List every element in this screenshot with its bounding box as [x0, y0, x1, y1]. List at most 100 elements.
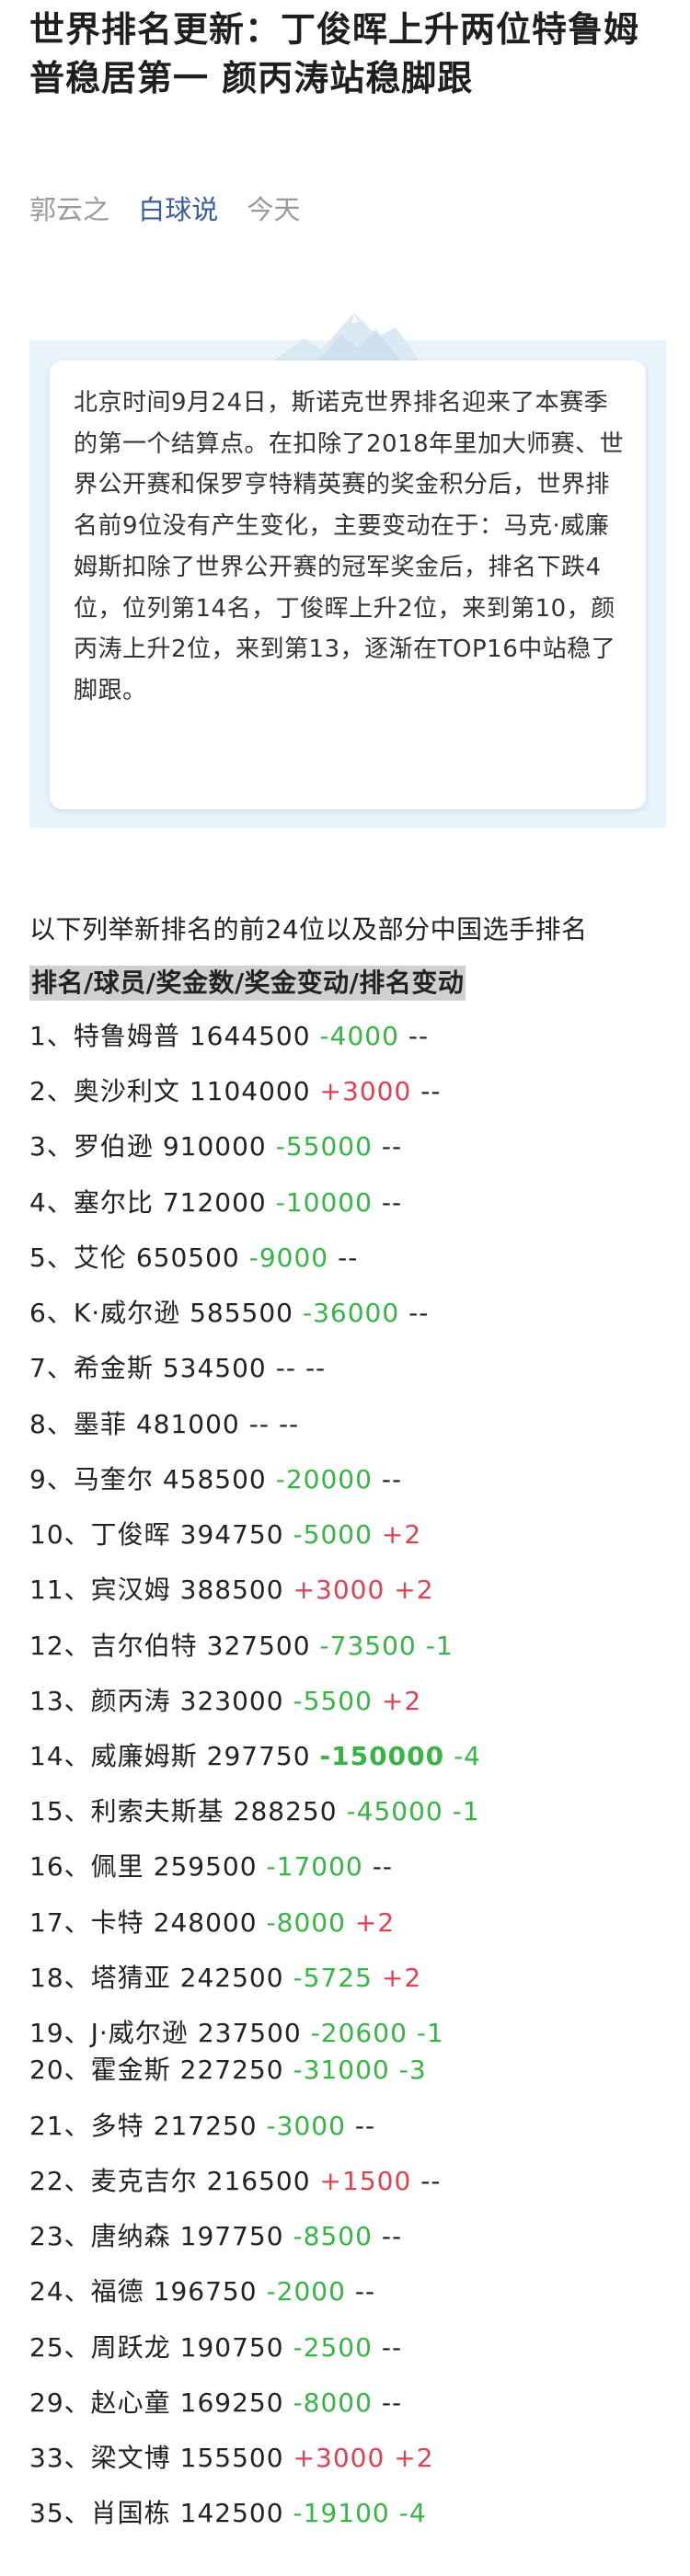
player-name: 希金斯 [73, 1353, 154, 1383]
prize-amount: 327500 [206, 1631, 311, 1661]
ranking-row: 14、威廉姆斯 297750 -150000 -4 [29, 1739, 490, 1774]
prize-change: -8000 [266, 1907, 346, 1938]
prize-amount: 197750 [179, 2221, 284, 2251]
rank-number: 24、 [29, 2276, 91, 2307]
rank-number: 22、 [29, 2166, 91, 2196]
prize-change: -55000 [275, 1131, 373, 1162]
player-name: 肖国栋 [90, 2498, 171, 2528]
rank-number: 4、 [29, 1187, 74, 1218]
ranking-row: 17、卡特 248000 -8000 +2 [29, 1906, 404, 1941]
prize-change: -10000 [275, 1187, 373, 1218]
prize-amount: 288250 [233, 1796, 338, 1826]
ranking-intro: 以下列举新排名的前24位以及部分中国选手排名 [29, 914, 588, 945]
player-name: 威廉姆斯 [90, 1741, 198, 1771]
player-name: 吉尔伯特 [90, 1631, 198, 1661]
rank-number: 35、 [29, 2498, 91, 2528]
rank-number: 16、 [29, 1851, 91, 1882]
rank-number: 13、 [29, 1686, 91, 1716]
rank-number: 5、 [29, 1242, 74, 1273]
player-name: 艾伦 [73, 1242, 127, 1273]
prize-amount: 237500 [197, 2018, 302, 2048]
rank-change: -- [381, 1187, 403, 1218]
rank-number: 2、 [29, 1076, 74, 1106]
ranking-row: 6、K·威尔逊 585500 -36000 -- [29, 1296, 438, 1331]
prize-amount: 388500 [179, 1574, 284, 1605]
player-name: 卡特 [90, 1907, 144, 1938]
prize-amount: 259500 [153, 1851, 258, 1882]
player-name: 唐纳森 [90, 2221, 171, 2251]
channel-link[interactable]: 白球说 [138, 194, 218, 225]
prize-change: +3000 [319, 1076, 412, 1106]
player-name: 梁文博 [90, 2443, 171, 2473]
rank-change: +2 [381, 1963, 422, 1993]
prize-amount: 910000 [162, 1131, 267, 1162]
prize-change: -9000 [248, 1242, 329, 1273]
rank-number: 11、 [29, 1574, 91, 1605]
player-name: J·威尔逊 [90, 2018, 189, 2048]
player-name: 宾汉姆 [90, 1574, 171, 1605]
rank-change: -- [372, 1851, 393, 1882]
player-name: 颜丙涛 [90, 1686, 171, 1716]
player-name: 周跃龙 [90, 2332, 171, 2363]
ranking-row: 20、霍金斯 227250 -31000 -3 [29, 2053, 436, 2088]
prize-change: -8500 [293, 2221, 373, 2251]
ranking-row: 9、马奎尔 458500 -20000 -- [29, 1462, 411, 1497]
player-name: 丁俊晖 [90, 1519, 171, 1550]
author-name[interactable]: 郭云之 [29, 194, 109, 225]
prize-amount: 458500 [162, 1464, 267, 1494]
prize-change: -20600 [310, 2018, 408, 2048]
rank-number: 3、 [29, 1131, 74, 1162]
rank-change: -- [420, 2166, 442, 2196]
prize-change: -8000 [293, 2387, 373, 2418]
prize-amount: 217250 [153, 2111, 258, 2141]
rank-change: -4 [454, 1741, 481, 1771]
prize-change: -73500 [319, 1631, 417, 1661]
rank-change: -- [381, 1464, 403, 1494]
prize-change: -5725 [293, 1963, 373, 1993]
prize-amount: 196750 [153, 2276, 258, 2307]
prize-amount: 481000 [135, 1409, 240, 1439]
ranking-row: 8、墨菲 481000 -- -- [29, 1407, 308, 1442]
ranking-row: 25、周跃龙 190750 -2500 -- [29, 2330, 411, 2365]
player-name: 佩里 [90, 1851, 144, 1882]
prize-amount: 297750 [206, 1741, 311, 1771]
player-name: 利索夫斯基 [90, 1796, 224, 1826]
rank-change: +2 [381, 1686, 422, 1716]
ranking-row: 33、梁文博 155500 +3000 +2 [29, 2441, 443, 2476]
rank-number: 12、 [29, 1631, 91, 1661]
player-name: 罗伯逊 [73, 1131, 154, 1162]
prize-change: -4000 [319, 1021, 399, 1051]
prize-amount: 323000 [179, 1686, 284, 1716]
prize-change: -31000 [293, 2055, 390, 2085]
ranking-row: 18、塔猜亚 242500 -5725 +2 [29, 1961, 431, 1996]
rank-number: 1、 [29, 1021, 74, 1051]
rank-number: 25、 [29, 2332, 91, 2363]
prize-change: -45000 [346, 1796, 443, 1826]
ranking-row: 5、艾伦 650500 -9000 -- [29, 1241, 367, 1276]
prize-change: +1500 [319, 2166, 412, 2196]
rank-change: +2 [354, 1907, 396, 1938]
prize-amount: 650500 [135, 1242, 240, 1273]
prize-amount: 1104000 [189, 1076, 311, 1106]
rank-change: -- [381, 2332, 403, 2363]
article-title: 世界排名更新：丁俊晖上升两位特鲁姆普稳居第一 颜丙涛站稳脚跟 [29, 9, 640, 98]
player-name: 特鲁姆普 [73, 1021, 180, 1051]
prize-amount: 712000 [162, 1187, 267, 1218]
prize-amount: 394750 [179, 1519, 284, 1550]
rank-change: -- [305, 1353, 327, 1383]
prize-change: -19100 [293, 2498, 390, 2528]
rank-change: -- [381, 2387, 403, 2418]
ranking-row: 10、丁俊晖 394750 -5000 +2 [29, 1517, 431, 1552]
ranking-row: 11、宾汉姆 388500 +3000 +2 [29, 1573, 443, 1608]
player-name: K·威尔逊 [73, 1298, 181, 1328]
prize-amount: 242500 [179, 1963, 284, 1993]
prize-amount: 142500 [179, 2498, 284, 2528]
ranking-row: 22、麦克吉尔 216500 +1500 -- [29, 2164, 450, 2199]
ranking-row: 24、福德 196750 -2000 -- [29, 2274, 385, 2309]
prize-amount: 1644500 [189, 1021, 311, 1051]
rank-number: 29、 [29, 2387, 91, 2418]
ranking-row: 29、赵心童 169250 -8000 -- [29, 2386, 411, 2421]
ranking-row: 16、佩里 259500 -17000 -- [29, 1849, 402, 1884]
player-name: 麦克吉尔 [90, 2166, 198, 2196]
rank-change: +2 [394, 2443, 434, 2473]
